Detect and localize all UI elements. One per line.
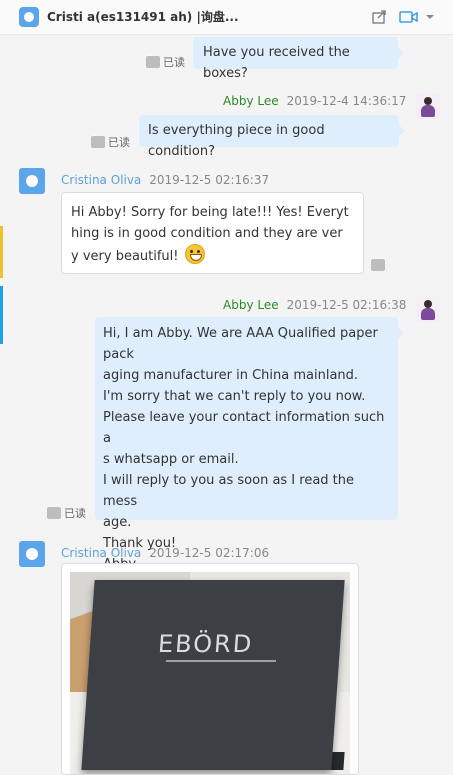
chat-title[interactable]: Cristi a(es131491 ah) |询盘... [47,8,239,25]
message-line: aging manufacturer in China mainland. [103,368,359,383]
chevron-down-icon[interactable] [425,9,435,25]
message-line: age. [103,515,132,530]
message-line: Hi Abby! Sorry for being late!!! Yes! Ev… [71,205,349,220]
message-meta: Cristina Oliva 2019-12-5 02:16:37 [61,173,269,187]
message-text: Is everything piece in good condition? [148,123,325,159]
message-bubble-outgoing[interactable]: Hi, I am Abby. We are AAA Qualified pape… [95,317,404,572]
message-bubble-incoming[interactable]: Hi Abby! Sorry for being late!!! Yes! Ev… [61,192,364,274]
message-time: 2019-12-5 02:16:37 [149,173,270,187]
message-image-card[interactable]: EBÖRD [61,563,359,775]
chat-header: Cristi a(es131491 ah) |询盘... [0,0,453,35]
message-line: hing is in good condition and they are v… [71,226,343,241]
contact-avatar[interactable] [19,168,45,194]
sender-name: Cristina Oliva [61,546,142,560]
more-options-icon[interactable] [47,502,61,519]
user-avatar[interactable] [416,93,440,119]
read-receipt: 已读 [47,502,86,521]
sender-name: Abby Lee [223,94,279,108]
read-receipt: 已读 [91,131,130,150]
message-meta: Abby Lee 2019-12-4 14:36:17 [223,94,406,108]
more-options-icon[interactable] [371,254,385,271]
contact-avatar[interactable] [19,541,45,567]
grin-emoji-icon [184,244,205,264]
message-line: Hi, I am Abby. We are AAA Qualified pape… [103,326,378,362]
message-line: Please leave your contact information su… [103,410,385,446]
message-line: I'm sorry that we can't reply to you now… [103,389,366,404]
message-line: I will reply to you as soon as I read th… [103,473,355,509]
box-brand-text: EBÖRD [157,630,255,658]
edge-accent-yellow [0,226,3,278]
read-receipt: 已读 [146,51,185,70]
more-options-icon[interactable] [91,131,105,148]
message-text: Have you received the boxes? [203,45,350,81]
message-time: 2019-12-4 14:36:17 [286,94,407,108]
message-line: s whatsapp or email. [103,452,239,467]
share-icon[interactable] [371,9,387,25]
edge-accent-blue [0,286,3,344]
read-label: 已读 [108,136,130,149]
contact-avatar-icon[interactable] [19,7,39,27]
sender-name: Abby Lee [223,298,279,312]
more-options-icon[interactable] [146,51,160,68]
video-call-icon[interactable] [399,9,419,25]
read-label: 已读 [64,507,86,520]
box-photo[interactable]: EBÖRD [70,572,350,774]
message-time: 2019-12-5 02:17:06 [149,546,270,560]
read-label: 已读 [163,56,185,69]
message-time: 2019-12-5 02:16:38 [286,298,407,312]
user-avatar[interactable] [416,296,440,322]
message-bubble-outgoing[interactable]: Have you received the boxes? [193,37,404,81]
message-meta: Cristina Oliva 2019-12-5 02:17:06 [61,546,269,560]
sender-name: Cristina Oliva [61,173,142,187]
message-bubble-outgoing[interactable]: Is everything piece in good condition? [139,115,405,159]
message-line: y very beautiful! [71,249,179,264]
message-meta: Abby Lee 2019-12-5 02:16:38 [223,298,406,312]
